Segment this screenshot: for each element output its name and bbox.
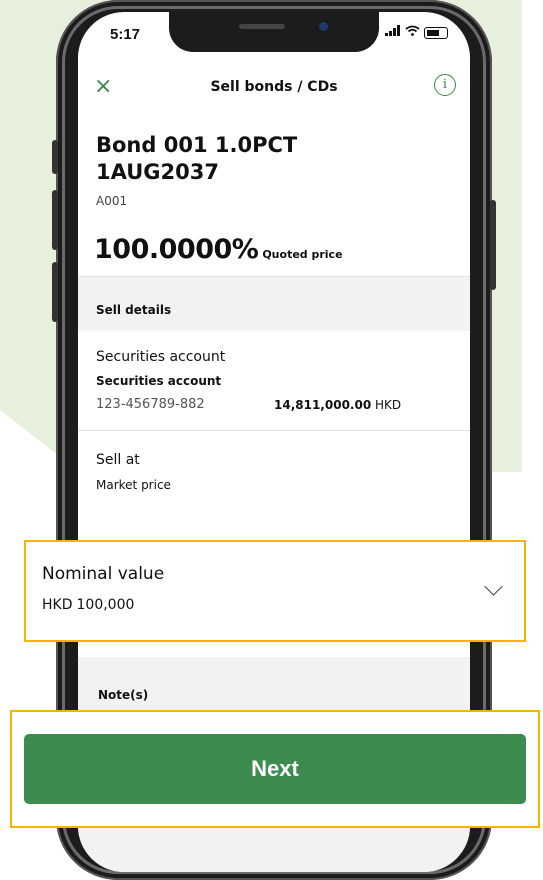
nominal-value-dropdown[interactable]: Nominal value HKD 100,000 (24, 540, 526, 642)
side-button (52, 140, 58, 174)
securities-account-selector[interactable]: Securities account Securities account 12… (78, 330, 470, 431)
battery-icon (424, 27, 448, 39)
bond-name: Bond 001 1.0PCT 1AUG2037 (96, 133, 298, 184)
side-button (52, 262, 58, 322)
quoted-price-row: 100.0000% Quoted price (94, 234, 343, 265)
account-balance: 14,811,000.00 HKD (274, 398, 401, 412)
signal-icon (385, 25, 401, 39)
nominal-value-amount: HKD 100,000 (42, 597, 134, 613)
side-button (490, 200, 496, 290)
next-button-highlight: Next (10, 710, 540, 828)
side-button (52, 190, 58, 250)
next-button[interactable]: Next (24, 734, 526, 804)
chevron-down-icon[interactable] (484, 577, 503, 596)
quoted-price-value: 100.0000% (94, 234, 259, 265)
securities-account-number: 123-456789-882 (96, 397, 205, 412)
wifi-icon (405, 25, 420, 39)
nominal-value-label: Nominal value (42, 564, 165, 584)
info-icon[interactable]: i (434, 74, 456, 96)
notes-label: Note(s) (98, 688, 149, 702)
status-icons (385, 25, 448, 39)
securities-account-label: Securities account (96, 349, 226, 365)
bond-code: A001 (96, 194, 128, 208)
speaker-grille (239, 24, 285, 29)
securities-account-type: Securities account (96, 374, 222, 388)
quoted-price-label: Quoted price (262, 248, 343, 261)
page-title: Sell bonds / CDs (210, 79, 338, 95)
nominal-value-currency: HKD (42, 597, 73, 613)
sell-details-header: Sell details (78, 276, 470, 331)
phone-notch (169, 12, 379, 52)
sell-at-label: Sell at (96, 452, 140, 468)
sell-at-field[interactable]: Sell at Market price (78, 431, 470, 531)
account-balance-currency: HKD (375, 398, 402, 412)
account-balance-amount: 14,811,000.00 (274, 398, 372, 412)
sell-at-value: Market price (96, 478, 171, 492)
status-time: 5:17 (110, 26, 141, 43)
sell-details-title: Sell details (96, 303, 172, 317)
front-camera (319, 22, 328, 31)
nominal-value-number: 100,000 (76, 597, 135, 613)
